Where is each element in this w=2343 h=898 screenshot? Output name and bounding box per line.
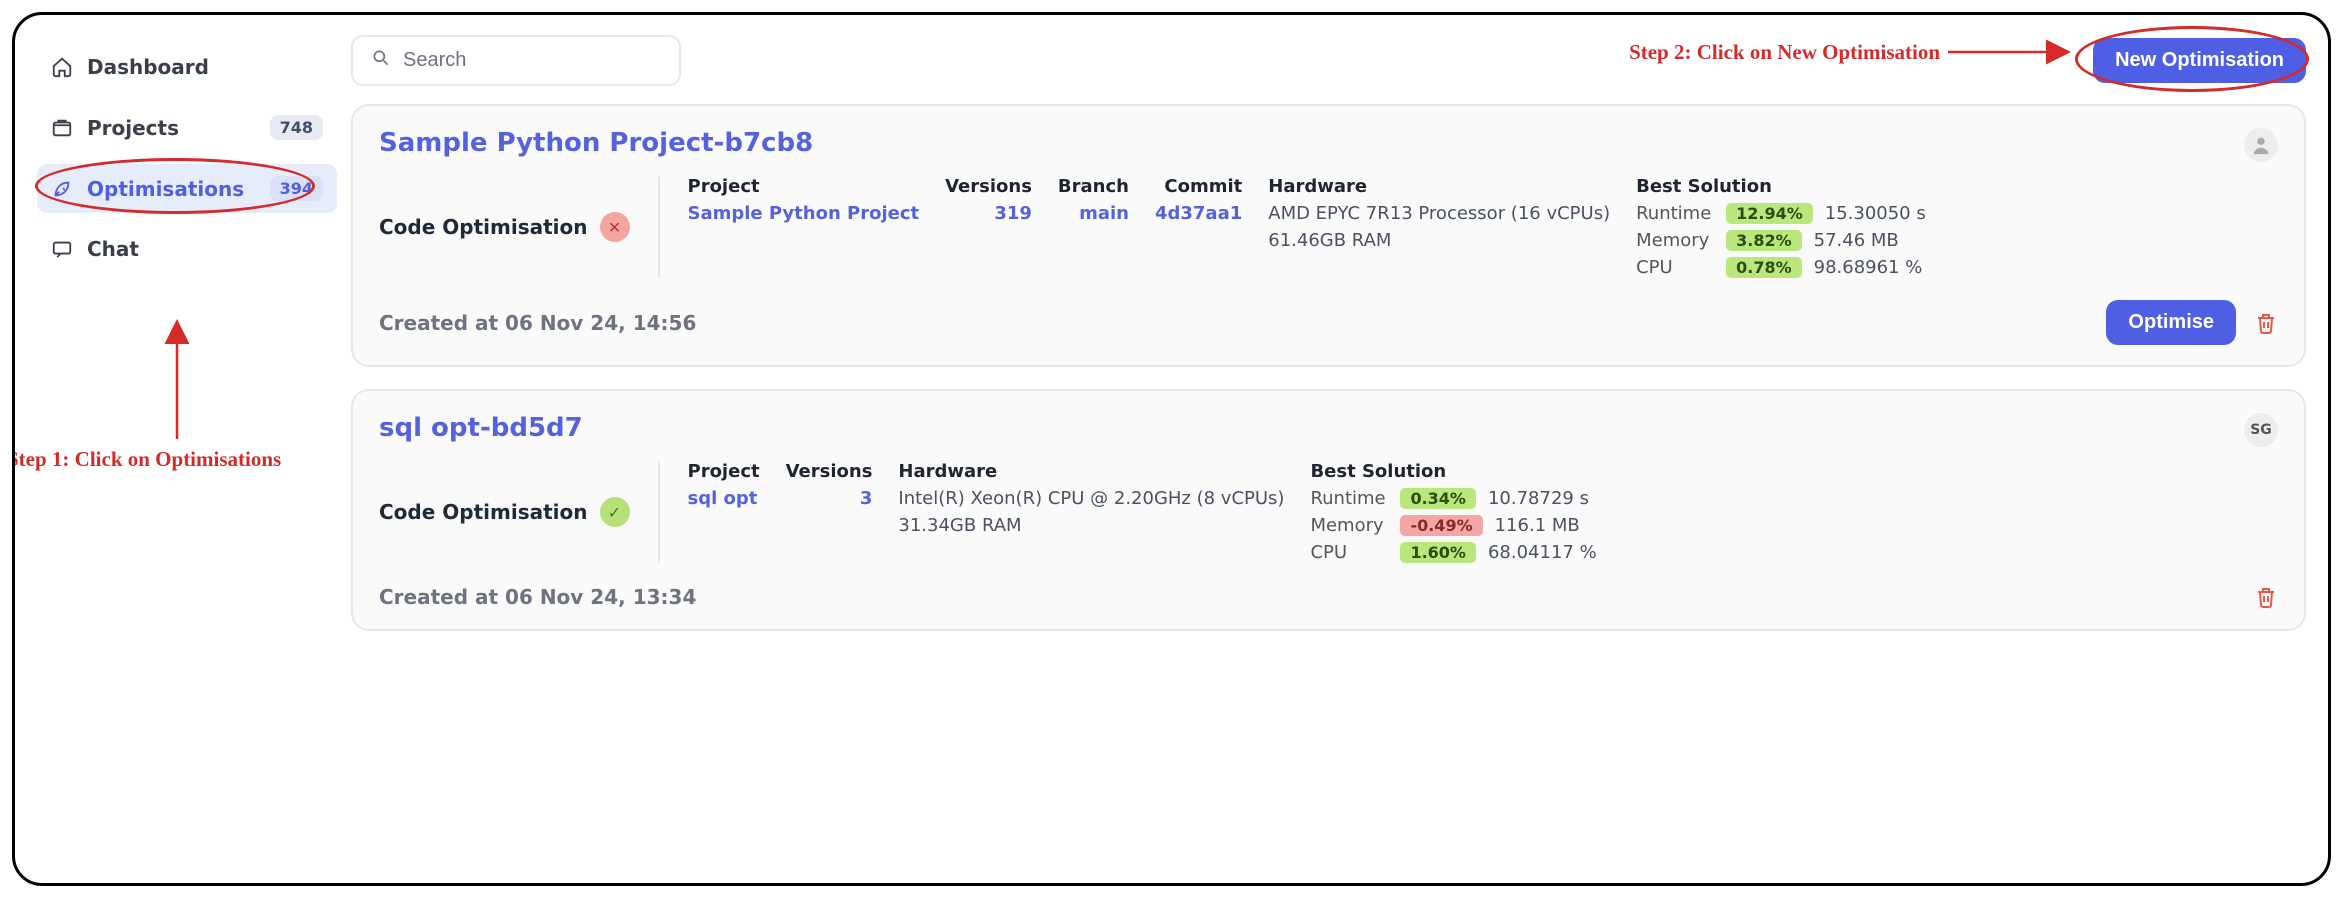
memory-pct: -0.49% [1400,515,1482,536]
search-input[interactable] [401,48,661,73]
sidebar: Dashboard Projects 748 Optimisations 394 [37,29,337,865]
topbar: Step 2: Click on New Optimisation New Op… [351,29,2306,104]
runtime-label: Runtime [1310,488,1388,509]
sidebar-badge: 748 [270,115,323,140]
created-at: Created at 06 Nov 24, 13:34 [379,585,696,609]
sidebar-badge: 394 [270,176,323,201]
runtime-pct: 0.34% [1400,488,1476,509]
card-title-link[interactable]: sql opt-bd5d7 [379,413,583,443]
hardware-ram: 61.46GB RAM [1268,230,1610,251]
sidebar-item-label: Chat [87,237,139,261]
chat-icon [51,238,73,260]
sidebar-item-dashboard[interactable]: Dashboard [37,43,337,91]
annotation-step1: Step 1: Click on Optimisations [12,319,347,484]
versions-link[interactable]: 3 [860,488,873,509]
status-fail-icon: ✕ [600,212,630,242]
cpu-label: CPU [1636,257,1714,278]
runtime-label: Runtime [1636,203,1714,224]
col-solution-header: Best Solution [1636,176,1926,197]
col-branch-header: Branch [1058,176,1129,197]
delete-icon[interactable] [2254,585,2278,609]
col-hardware-header: Hardware [1268,176,1610,197]
runtime-val: 15.30050 s [1825,203,1926,224]
card-title-link[interactable]: Sample Python Project-b7cb8 [379,128,813,158]
folder-icon [51,117,73,139]
cpu-pct: 0.78% [1726,257,1802,278]
commit-link[interactable]: 4d37aa1 [1155,203,1242,224]
memory-val: 57.46 MB [1814,230,1899,251]
memory-val: 116.1 MB [1495,515,1580,536]
branch-link[interactable]: main [1079,203,1129,224]
col-versions-header: Versions [786,461,873,482]
versions-link[interactable]: 319 [994,203,1032,224]
hardware-cpu: Intel(R) Xeon(R) CPU @ 2.20GHz (8 vCPUs) [898,488,1284,509]
cpu-pct: 1.60% [1400,542,1476,563]
project-link[interactable]: sql opt [688,488,760,509]
main: Step 2: Click on New Optimisation New Op… [351,29,2306,865]
optimisation-card: sql opt-bd5d7 SG Code Optimisation ✓ Pro… [351,389,2306,631]
cpu-val: 98.68961 % [1814,257,1923,278]
memory-pct: 3.82% [1726,230,1802,251]
cpu-val: 68.04117 % [1488,542,1597,563]
sidebar-item-label: Optimisations [87,177,244,201]
hardware-cpu: AMD EPYC 7R13 Processor (16 vCPUs) [1268,203,1610,224]
search-field[interactable] [351,35,681,86]
status-ok-icon: ✓ [600,497,630,527]
memory-label: Memory [1636,230,1714,251]
runtime-pct: 12.94% [1726,203,1813,224]
col-project-header: Project [688,461,760,482]
avatar: SG [2244,413,2278,447]
col-versions-header: Versions [945,176,1032,197]
sidebar-item-projects[interactable]: Projects 748 [37,103,337,152]
card-type-label: Code Optimisation [379,215,588,239]
created-at: Created at 06 Nov 24, 14:56 [379,311,696,335]
sidebar-item-chat[interactable]: Chat [37,225,337,273]
card-type-label: Code Optimisation [379,500,588,524]
sidebar-item-label: Projects [87,116,179,140]
col-hardware-header: Hardware [898,461,1284,482]
col-solution-header: Best Solution [1310,461,1596,482]
annotation-step2: Step 2: Click on New Optimisation [1629,39,2076,65]
hardware-ram: 31.34GB RAM [898,515,1284,536]
rocket-icon [51,178,73,200]
avatar [2244,128,2278,162]
search-icon [371,48,391,73]
memory-label: Memory [1310,515,1388,536]
col-project-header: Project [688,176,920,197]
optimise-button[interactable]: Optimise [2106,300,2236,345]
delete-icon[interactable] [2254,311,2278,335]
sidebar-item-optimisations[interactable]: Optimisations 394 [37,164,337,213]
runtime-val: 10.78729 s [1488,488,1589,509]
sidebar-item-label: Dashboard [87,55,209,79]
home-icon [51,56,73,78]
optimisation-card: Sample Python Project-b7cb8 Code Optimis… [351,104,2306,367]
project-link[interactable]: Sample Python Project [688,203,920,224]
col-commit-header: Commit [1164,176,1242,197]
new-optimisation-button[interactable]: New Optimisation [2093,38,2306,83]
cpu-label: CPU [1310,542,1388,563]
